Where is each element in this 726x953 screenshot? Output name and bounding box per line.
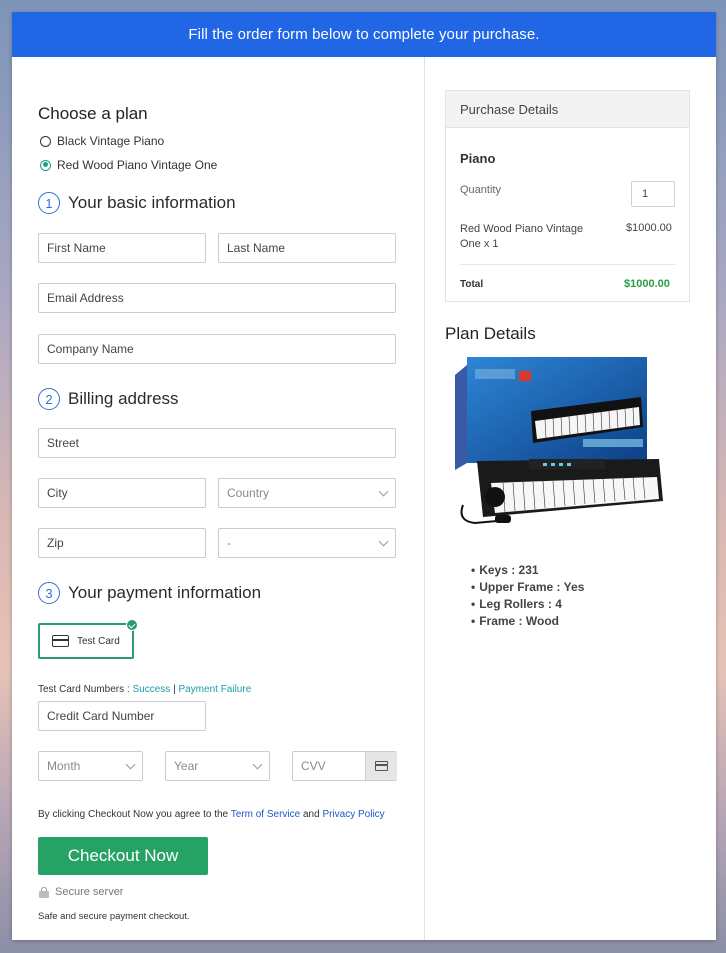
- total-label: Total: [460, 279, 484, 290]
- banner: Fill the order form below to complete yo…: [12, 12, 716, 57]
- banner-text: Fill the order form below to complete yo…: [188, 26, 540, 43]
- company-input[interactable]: Company Name: [38, 334, 396, 364]
- month-select[interactable]: Month: [38, 751, 143, 781]
- feature-item: Upper Frame : Yes: [471, 580, 584, 594]
- divider: [460, 264, 675, 265]
- success-link[interactable]: Success: [132, 684, 170, 695]
- test-card-option[interactable]: Test Card: [38, 619, 138, 659]
- secure-checkout-note: Safe and secure payment checkout.: [38, 911, 190, 922]
- radio-button-selected[interactable]: [40, 159, 51, 171]
- chevron-down-icon: [378, 486, 389, 496]
- plan-option-black-vintage[interactable]: Black Vintage Piano: [40, 134, 164, 148]
- email-input[interactable]: Email Address: [38, 283, 396, 313]
- order-summary: Purchase Details Piano Quantity 1 Red Wo…: [425, 57, 716, 940]
- year-select[interactable]: Year: [165, 751, 270, 781]
- step-number: 1: [38, 192, 60, 214]
- feature-item: Frame : Wood: [471, 614, 559, 628]
- lock-icon: [39, 887, 49, 898]
- credit-card-icon: [375, 761, 388, 771]
- credit-card-icon: [52, 635, 69, 647]
- terms-text: By clicking Checkout Now you agree to th…: [38, 809, 385, 820]
- quantity-input[interactable]: 1: [631, 181, 675, 207]
- secure-server-label: Secure server: [55, 886, 124, 898]
- city-input[interactable]: City: [38, 478, 206, 508]
- purchase-details-box: Purchase Details Piano Quantity 1 Red Wo…: [445, 90, 690, 302]
- zip-input[interactable]: Zip: [38, 528, 206, 558]
- feature-item: Keys : 231: [471, 563, 538, 577]
- plan-option-label: Black Vintage Piano: [57, 134, 165, 148]
- chevron-down-icon: [378, 536, 389, 546]
- radio-button[interactable]: [40, 135, 51, 147]
- test-card-numbers: Test Card Numbers : Success | Payment Fa…: [38, 684, 252, 695]
- line-item-price: $1000.00: [626, 222, 672, 234]
- section-title: Your basic information: [68, 193, 236, 212]
- billing-section: 2 Billing address: [38, 388, 179, 410]
- chevron-down-icon: [125, 759, 136, 769]
- section-title: Billing address: [68, 389, 179, 408]
- state-select[interactable]: -: [218, 528, 396, 558]
- purchase-details-header: Purchase Details: [446, 91, 689, 128]
- payment-failure-link[interactable]: Payment Failure: [178, 684, 251, 695]
- order-form: Choose a plan Black Vintage Piano Red Wo…: [12, 57, 424, 940]
- choose-plan-title: Choose a plan: [38, 104, 148, 123]
- feature-item: Leg Rollers : 4: [471, 597, 562, 611]
- line-item-name: Red Wood Piano Vintage One x 1: [460, 223, 584, 250]
- quantity-label: Quantity: [460, 184, 501, 196]
- plan-details-title: Plan Details: [445, 324, 536, 343]
- test-card-label: Test Card: [77, 635, 120, 647]
- total-value: $1000.00: [624, 278, 670, 290]
- order-form-card: Fill the order form below to complete yo…: [12, 12, 716, 940]
- plan-option-label: Red Wood Piano Vintage One: [57, 158, 218, 172]
- first-name-input[interactable]: First Name: [38, 233, 206, 263]
- keyboard-product-image: [455, 357, 663, 525]
- terms-of-service-link[interactable]: Term of Service: [231, 809, 300, 820]
- step-number: 3: [38, 582, 60, 604]
- product-name: Piano: [460, 151, 496, 166]
- plan-option-red-wood[interactable]: Red Wood Piano Vintage One: [40, 158, 217, 172]
- last-name-input[interactable]: Last Name: [218, 233, 396, 263]
- basic-info-section: 1 Your basic information: [38, 192, 236, 214]
- cvv-help-button[interactable]: [365, 752, 397, 780]
- chevron-down-icon: [252, 759, 263, 769]
- country-select[interactable]: Country: [218, 478, 396, 508]
- payment-section: 3 Your payment information: [38, 582, 261, 604]
- check-icon: [126, 619, 138, 631]
- section-title: Your payment information: [68, 583, 262, 602]
- step-number: 2: [38, 388, 60, 410]
- privacy-policy-link[interactable]: Privacy Policy: [322, 809, 384, 820]
- street-input[interactable]: Street: [38, 428, 396, 458]
- card-number-input[interactable]: Credit Card Number: [38, 701, 206, 731]
- checkout-now-button[interactable]: Checkout Now: [38, 837, 208, 875]
